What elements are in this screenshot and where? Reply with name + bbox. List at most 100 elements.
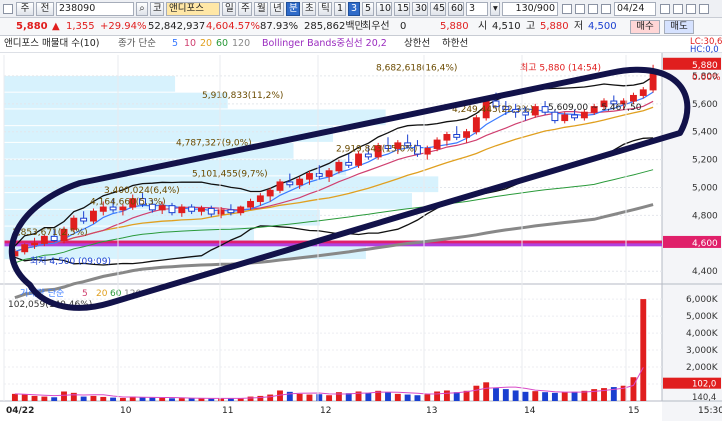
volume-bar [502,389,509,401]
interval-1[interactable]: 1 [334,2,346,16]
ma-label[interactable]: 종가 단순 [118,37,156,51]
candle-body [364,153,372,158]
volume-axis-label: 4,000K [686,329,719,339]
indicator-legend: 앤디포스 매물대 수(10) 종가 단순 5 10 20 60 120 Boll… [0,36,722,55]
period-week[interactable]: 주 [238,2,252,16]
volume-axis-label: 5,000K [686,312,719,322]
period-tick[interactable]: 틱 [318,2,332,16]
volume-bar [424,394,431,401]
ma-20[interactable]: 20 [200,37,212,51]
period-month[interactable]: 월 [254,2,268,16]
candle-body [109,206,117,211]
volume-bar [247,396,254,401]
volume-bar [522,391,529,401]
volume-bar [51,397,58,401]
zoom-icon[interactable] [562,4,572,14]
chevron-down-icon[interactable]: ▾ [490,2,500,16]
volume-bar [306,394,313,401]
period-year[interactable]: 년 [270,2,284,16]
priority-label: 최우선 [362,21,390,32]
bb-upper-label[interactable]: 상한선 [404,37,430,51]
count-select[interactable]: 3 [466,2,488,16]
indicator-title[interactable]: 앤디포스 매물대 수(10) [4,37,99,51]
volume-legend-period: 5 [82,289,88,299]
volume-bar [110,397,117,401]
settings-icon[interactable] [575,4,585,14]
stock-code-input[interactable]: 238090 [56,2,134,16]
ask-price: 5,880 [440,21,469,32]
ma-10[interactable]: 10 [184,37,196,51]
volume-tag: 102,0 [692,380,716,390]
interval-3[interactable]: 3 [348,2,360,16]
time-axis-label: 12 [320,406,331,416]
volume-bar [90,395,97,401]
date-input[interactable]: 04/24 [614,2,656,16]
candle-body [237,206,245,214]
candle-body [443,134,451,141]
interval-15[interactable]: 15 [394,2,410,16]
volume-bar [80,396,87,401]
candlestick-chart[interactable]: 5,8005,6005,4005,2005,0004,8004,6004,400… [0,53,722,421]
volume-bar [41,396,48,401]
sell-button[interactable]: 매도 [664,20,694,34]
bollinger-label[interactable]: Bollinger Bands중심선 20,2 [262,37,387,51]
price-axis-label: 5,400 [692,128,718,138]
checkbox-icon[interactable] [588,4,598,14]
tool-icon-1[interactable] [660,4,670,14]
interval-60[interactable]: 60 [448,2,464,16]
volume-bar [21,394,28,401]
candle-body [80,217,88,222]
candle-body [630,94,637,102]
price-axis-label: 4,800 [692,211,718,221]
period-minute[interactable]: 분 [286,2,300,16]
period-second[interactable]: 초 [302,2,316,16]
mode-select[interactable]: 주 [16,2,34,16]
market-badge[interactable]: 코 [150,2,164,16]
candle-body [571,114,578,119]
prev-button[interactable]: 전 [36,2,54,16]
ma-5[interactable]: 5 [172,37,178,51]
interval-5[interactable]: 5 [362,2,374,16]
tool-icon-4[interactable] [699,4,709,14]
interval-30[interactable]: 30 [412,2,428,16]
trade-amount: 285,862백만 [304,21,364,32]
buy-button[interactable]: 매수 [630,20,660,34]
interval-45[interactable]: 45 [430,2,446,16]
tool-icon-2[interactable] [673,4,683,14]
candle-body [296,178,304,186]
volume-bar [159,397,166,401]
search-icon[interactable]: ⌕ [136,2,148,16]
reference-line-lower [4,243,662,247]
calendar-icon[interactable] [601,4,611,14]
volume-bar [208,398,215,401]
toolbar: 주 전 238090 ⌕ 코 앤디포스 일 주 월 년 분 초 틱 1 3 5 … [0,0,722,18]
candle-body [276,181,284,191]
chart-pane[interactable]: 5,8005,6005,4005,2005,0004,8004,6004,400… [0,53,722,421]
volume-bar [385,392,391,401]
volume-bar [257,395,264,401]
volume-profile-bar [4,193,412,209]
ma-60[interactable]: 60 [216,37,228,51]
volume-profile-annotation: 5,101,455(9,7%) [192,169,268,179]
high-price: 5,880 [540,21,569,32]
interval-10[interactable]: 10 [376,2,392,16]
tool-icon-3[interactable] [686,4,696,14]
candle-body [21,244,29,253]
ma-120[interactable]: 120 [232,37,250,51]
stock-name[interactable]: 앤디포스 [166,2,220,16]
volume-bar [443,390,450,401]
volume-profile-annotation: 5,910,833(11,2%) [202,91,283,101]
bars-count[interactable]: 130/900 [502,2,558,16]
volume-bar [31,395,38,401]
candle-body [345,161,353,166]
candle-body [227,209,235,214]
bb-lower-label[interactable]: 하한선 [442,37,468,51]
volume-bar [286,391,293,401]
volume-profile-bar [4,92,228,109]
grid-icon[interactable] [3,4,13,14]
volume-bar [512,390,519,401]
period-day[interactable]: 일 [222,2,236,16]
volume-bar [267,394,274,401]
volume-bar [483,382,490,401]
volume-bar [404,394,411,401]
